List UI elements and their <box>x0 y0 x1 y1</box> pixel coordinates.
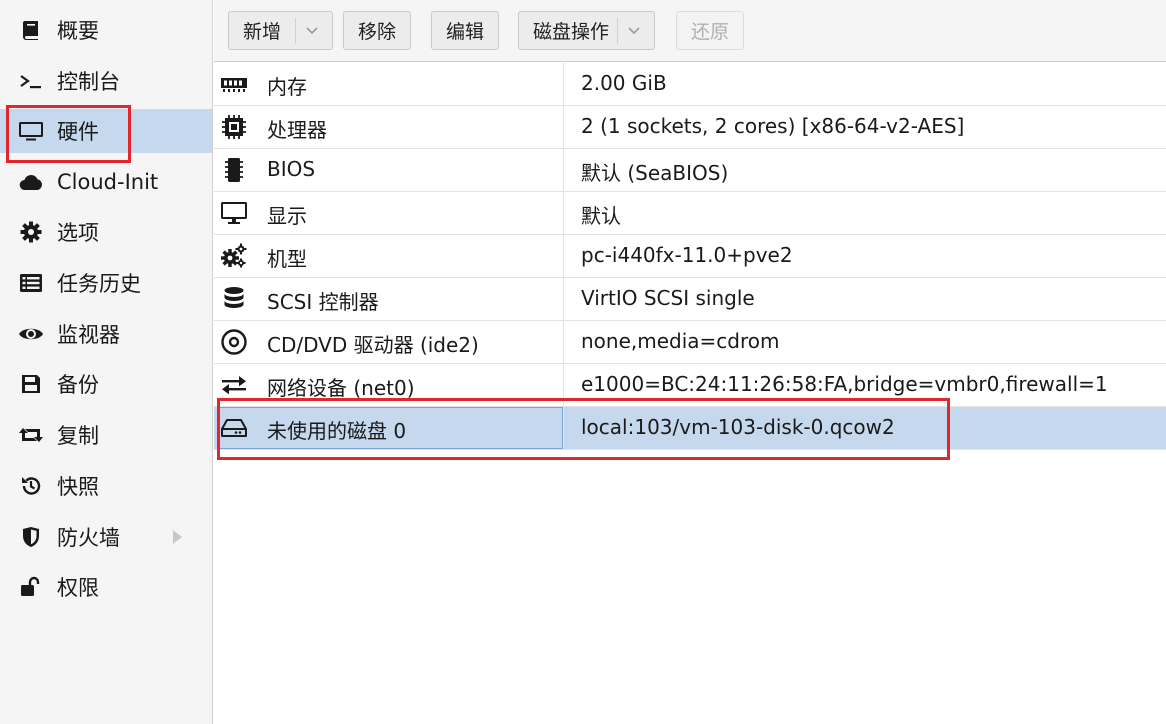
column-divider <box>563 149 564 191</box>
chevron-down-icon <box>628 26 640 34</box>
column-divider <box>563 278 564 320</box>
chevron-down-icon <box>306 26 318 34</box>
sidebar-item-firewall[interactable]: 防火墙 <box>0 515 212 559</box>
hardware-value: 默认 <box>581 204 621 228</box>
hardware-row-bios[interactable]: BIOS 默认 (SeaBIOS) <box>214 149 1166 192</box>
hardware-value: none,media=cdrom <box>581 329 780 353</box>
column-divider <box>563 192 564 234</box>
hardware-value: 2.00 GiB <box>581 71 667 95</box>
sidebar-item-options[interactable]: 选项 <box>0 210 212 254</box>
retweet-icon <box>18 422 44 448</box>
edit-button-label: 编辑 <box>446 21 485 43</box>
hardware-row-unused-disk[interactable]: 未使用的磁盘 0 local:103/vm-103-disk-0.qcow2 <box>214 407 1166 450</box>
edit-button[interactable]: 编辑 <box>431 11 500 50</box>
sidebar-item-label: 控制台 <box>57 70 120 94</box>
sidebar-item-backup[interactable]: 备份 <box>0 362 212 406</box>
microchip-icon <box>220 157 248 183</box>
hardware-name: 网络设备 (net0) <box>267 376 415 400</box>
cdrom-icon <box>220 329 248 355</box>
sidebar-item-label: 快照 <box>57 475 99 499</box>
dropdown-divider <box>295 17 297 44</box>
submenu-arrow-icon[interactable] <box>173 530 182 544</box>
hdd-icon <box>220 415 248 441</box>
hardware-value: 2 (1 sockets, 2 cores) [x86-64-v2-AES] <box>581 114 965 138</box>
sidebar-item-summary[interactable]: 概要 <box>0 8 212 52</box>
sidebar-item-permissions[interactable]: 权限 <box>0 565 212 609</box>
hardware-value: e1000=BC:24:11:26:58:FA,bridge=vmbr0,fir… <box>581 372 1108 396</box>
hardware-value: local:103/vm-103-disk-0.qcow2 <box>581 415 895 439</box>
remove-button[interactable]: 移除 <box>343 11 412 50</box>
exchange-icon <box>220 372 248 398</box>
gear-icon <box>18 219 44 245</box>
history-icon <box>18 473 44 499</box>
add-button[interactable]: 新增 <box>228 11 334 50</box>
sidebar-item-cloud-init[interactable]: Cloud-Init <box>0 160 212 204</box>
shield-icon <box>18 524 44 550</box>
hardware-value: VirtIO SCSI single <box>581 286 755 310</box>
hardware-row-memory[interactable]: 内存 2.00 GiB <box>214 63 1166 106</box>
column-divider <box>563 407 564 449</box>
sidebar-item-label: 概要 <box>57 19 99 43</box>
hardware-name: 显示 <box>267 204 307 228</box>
hardware-row-processor[interactable]: 处理器 2 (1 sockets, 2 cores) [x86-64-v2-AE… <box>214 106 1166 149</box>
database-icon <box>220 286 248 312</box>
hardware-row-machine[interactable]: 机型 pc-i440fx-11.0+pve2 <box>214 235 1166 278</box>
hardware-value: pc-i440fx-11.0+pve2 <box>581 243 793 267</box>
revert-button[interactable]: 还原 <box>676 11 745 50</box>
monitor-icon <box>18 118 44 144</box>
sidebar-item-monitor[interactable]: 监视器 <box>0 312 212 356</box>
hardware-name: 内存 <box>267 75 307 99</box>
add-button-label: 新增 <box>243 21 282 43</box>
sidebar-item-console[interactable]: 控制台 <box>0 59 212 103</box>
hardware-name: 未使用的磁盘 0 <box>267 419 407 443</box>
hardware-name: CD/DVD 驱动器 (ide2) <box>267 333 479 357</box>
hardware-name: BIOS <box>267 157 316 181</box>
sidebar-item-label: 复制 <box>57 424 99 448</box>
hardware-row-network[interactable]: 网络设备 (net0) e1000=BC:24:11:26:58:FA,brid… <box>214 364 1166 407</box>
hardware-name: 机型 <box>267 247 307 271</box>
sidebar-item-label: 选项 <box>57 221 99 245</box>
column-divider <box>563 364 564 406</box>
hardware-value: 默认 (SeaBIOS) <box>581 161 729 185</box>
book-icon <box>18 17 44 43</box>
dropdown-divider <box>617 17 619 44</box>
sidebar-item-snapshots[interactable]: 快照 <box>0 464 212 508</box>
sidebar-item-label: 硬件 <box>57 120 99 144</box>
disk-action-button[interactable]: 磁盘操作 <box>518 11 656 50</box>
column-divider <box>563 321 564 363</box>
hardware-name: 处理器 <box>267 118 327 142</box>
sidebar: 概要 控制台 硬件 Cloud-Init 选项 任务历史 监视器 备份 复制 快… <box>0 0 213 724</box>
column-divider <box>563 63 564 105</box>
cogs-icon <box>220 243 248 269</box>
eye-icon <box>18 321 44 347</box>
unlock-icon <box>18 574 44 600</box>
hardware-row-cdrom[interactable]: CD/DVD 驱动器 (ide2) none,media=cdrom <box>214 321 1166 364</box>
disk-action-button-label: 磁盘操作 <box>533 21 610 43</box>
cloud-icon <box>18 169 44 195</box>
hardware-row-display[interactable]: 显示 默认 <box>214 192 1166 235</box>
hardware-row-scsi-controller[interactable]: SCSI 控制器 VirtIO SCSI single <box>214 278 1166 321</box>
desktop-icon <box>220 200 248 226</box>
sidebar-item-replication[interactable]: 复制 <box>0 413 212 457</box>
cpu-icon <box>220 114 248 140</box>
revert-button-label: 还原 <box>691 21 730 43</box>
column-divider <box>563 106 564 148</box>
memory-icon <box>220 71 248 97</box>
sidebar-item-label: 防火墙 <box>57 526 120 550</box>
list-icon <box>18 270 44 296</box>
sidebar-item-label: Cloud-Init <box>57 170 159 194</box>
terminal-icon <box>18 68 44 94</box>
sidebar-item-label: 任务历史 <box>57 272 141 296</box>
sidebar-item-label: 权限 <box>57 576 99 600</box>
hardware-name: SCSI 控制器 <box>267 290 379 314</box>
floppy-disk-icon <box>18 371 44 397</box>
sidebar-item-hardware[interactable]: 硬件 <box>0 109 212 153</box>
sidebar-item-task-history[interactable]: 任务历史 <box>0 261 212 305</box>
column-divider <box>563 235 564 277</box>
remove-button-label: 移除 <box>358 21 397 43</box>
sidebar-item-label: 备份 <box>57 373 99 397</box>
sidebar-item-label: 监视器 <box>57 323 120 347</box>
toolbar: 新增 移除 编辑 磁盘操作 还原 <box>214 0 1166 62</box>
